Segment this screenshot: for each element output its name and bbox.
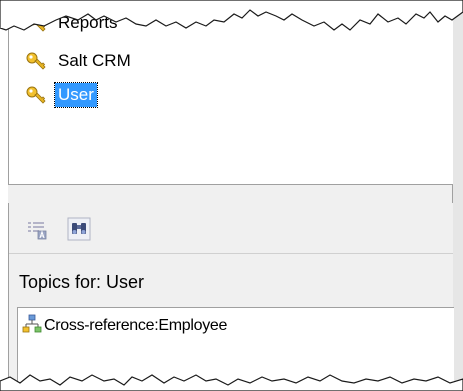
torn-bottom-edge — [0, 374, 463, 391]
find-button[interactable] — [63, 215, 95, 247]
sort-list-button[interactable] — [21, 215, 53, 247]
torn-top-edge — [0, 0, 463, 31]
panel-splitter[interactable] — [8, 184, 452, 204]
cross-reference-icon — [22, 314, 42, 339]
topics-header: Topics for: User — [19, 272, 145, 292]
tree-item-salt-crm[interactable]: Salt CRM — [25, 48, 134, 74]
find-binoculars-icon — [67, 217, 91, 246]
tree-panel: Reports Salt CRM User — [8, 8, 453, 184]
tree-item-label-selected: User — [54, 82, 98, 108]
help-topics-window: Reports Salt CRM User Topics for: User C… — [0, 0, 463, 391]
tree-item-label: Salt CRM — [58, 51, 131, 70]
key-icon — [25, 84, 47, 106]
tree-item-user[interactable]: User — [25, 82, 98, 108]
list-item[interactable]: Cross-reference:Employee — [22, 314, 227, 338]
key-icon — [25, 50, 47, 72]
topics-toolbar — [21, 215, 95, 247]
toolbar-separator — [9, 253, 453, 254]
topics-panel: Topics for: User Cross-reference:Employe… — [8, 203, 454, 391]
sort-list-icon — [26, 218, 48, 245]
topic-label: Cross-reference:Employee — [44, 317, 228, 334]
